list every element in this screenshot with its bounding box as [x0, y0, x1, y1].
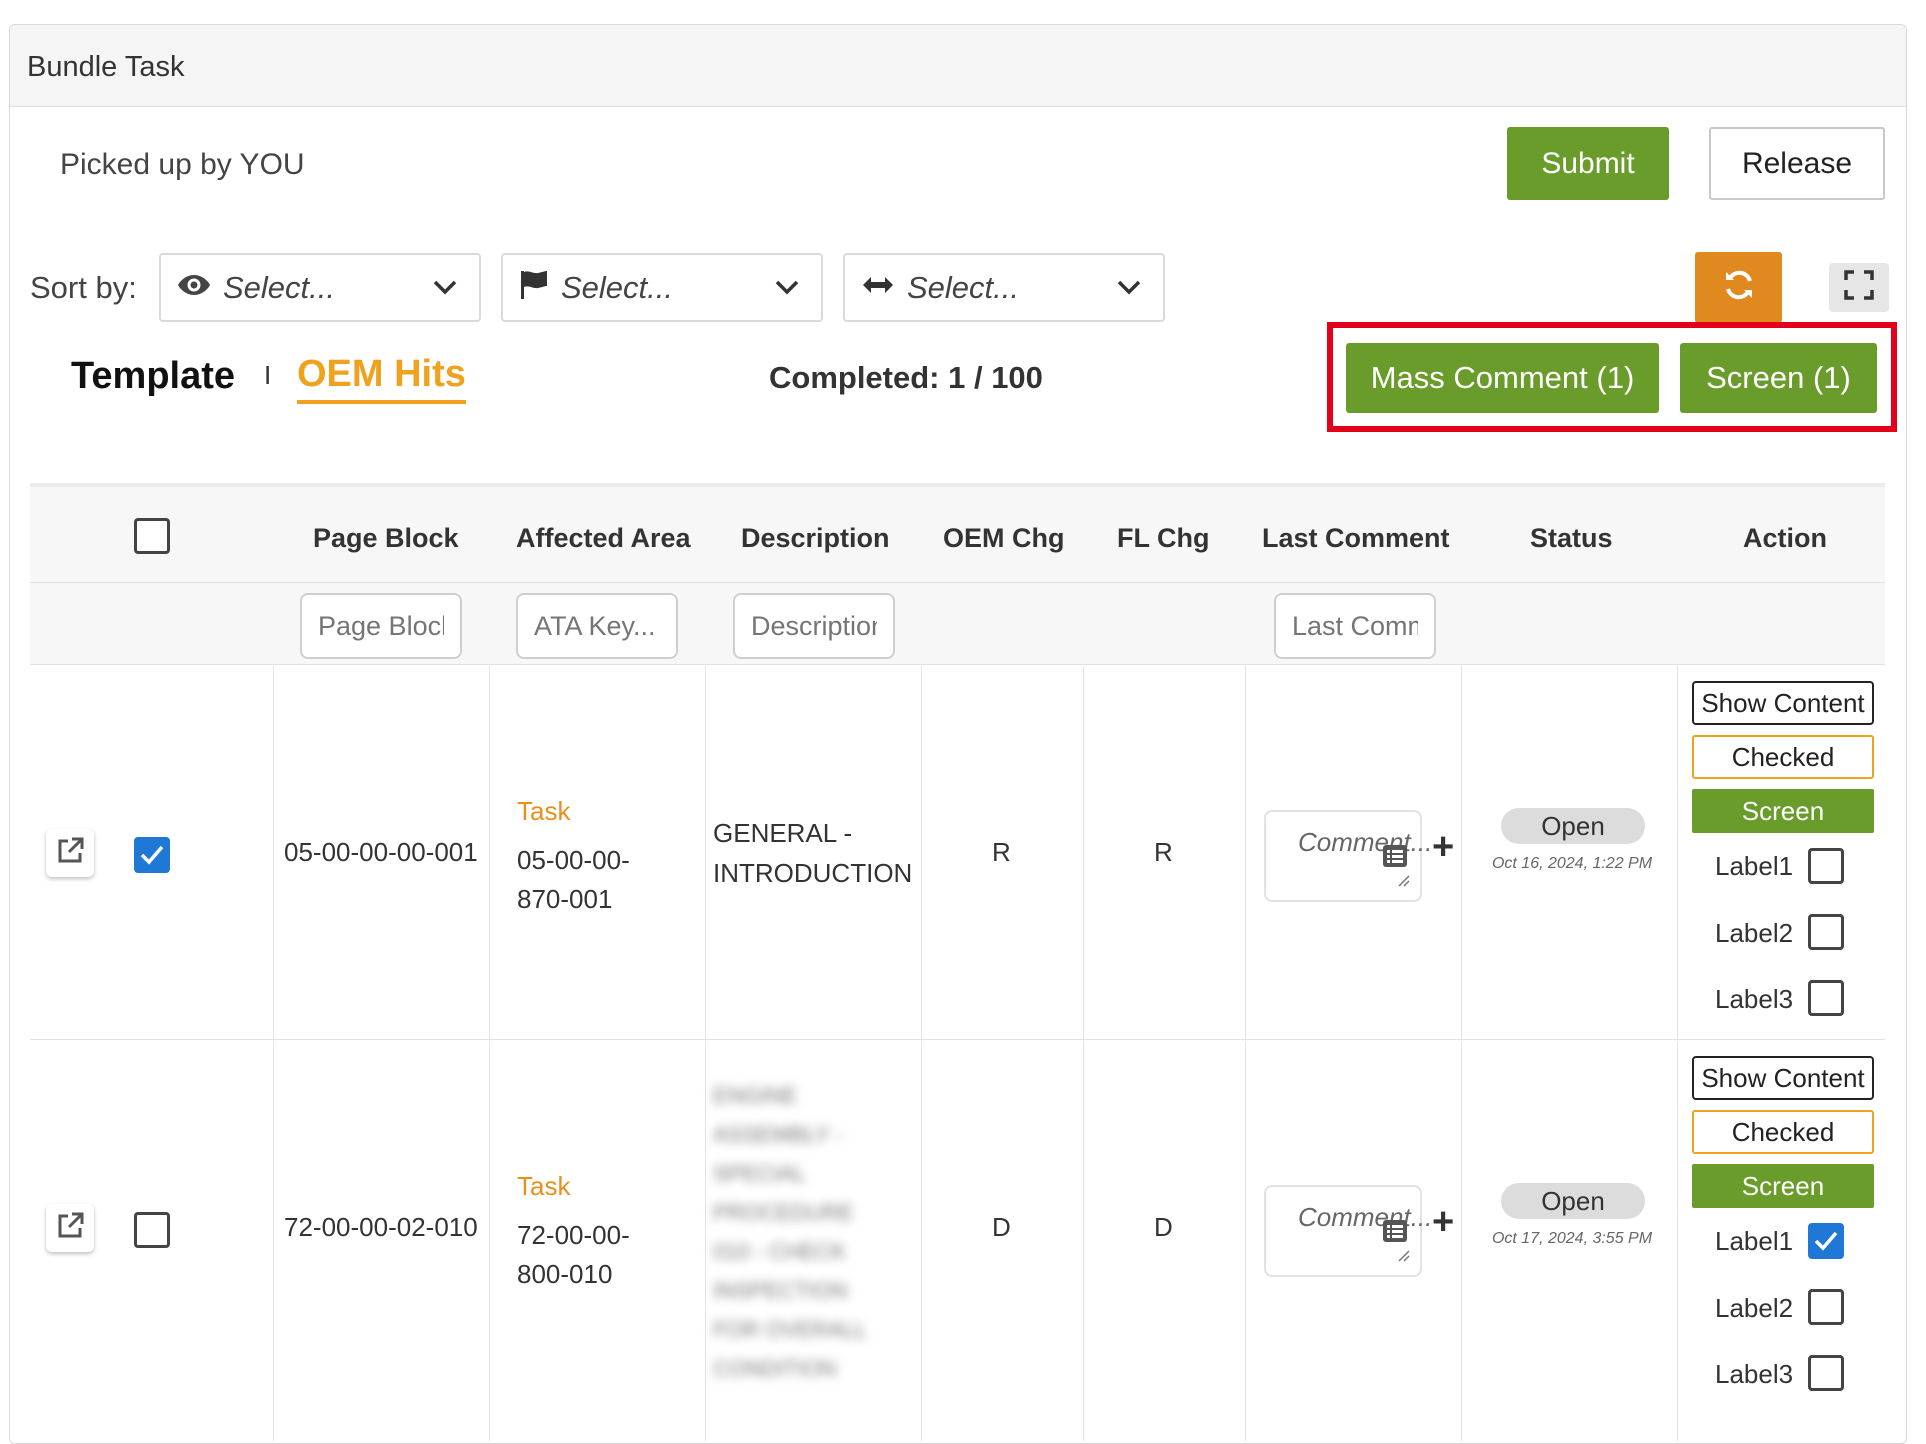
col-status[interactable]: Status	[1530, 523, 1613, 554]
col-last-comment[interactable]: Last Comment	[1262, 523, 1450, 554]
label3-text: Label3	[1715, 984, 1794, 1014]
filter-row	[30, 583, 1885, 665]
panel-header: Bundle Task	[10, 25, 1906, 107]
submit-button[interactable]: Submit	[1507, 127, 1669, 200]
sort-select-direction-value: Select...	[907, 269, 1019, 305]
row-checkbox[interactable]	[134, 1212, 170, 1248]
label2-checkbox[interactable]	[1808, 1289, 1844, 1325]
tab-template[interactable]: Template	[71, 355, 235, 398]
release-button[interactable]: Release	[1709, 127, 1885, 200]
description-line-1: GENERAL -	[713, 818, 853, 848]
oem-chg-value: D	[992, 1212, 1011, 1242]
sort-select-direction[interactable]: Select...	[843, 253, 1165, 322]
resize-handle-icon[interactable]	[1396, 1248, 1410, 1267]
sort-select-flag-value: Select...	[561, 269, 673, 305]
panel-title: Bundle Task	[27, 51, 185, 83]
chevron-down-icon	[431, 273, 459, 306]
last-comment-filter[interactable]	[1274, 593, 1436, 659]
oem-chg-value: R	[992, 837, 1011, 867]
comment-placeholder: Comment...	[1298, 827, 1433, 857]
col-fl-chg[interactable]: FL Chg	[1117, 523, 1209, 554]
status-timestamp: Oct 16, 2024, 1:22 PM	[1491, 855, 1653, 872]
table-row: 72-00-00-02-010 Task 72-00-00- 800-010 E…	[30, 1041, 1885, 1441]
description-blurred: ENGINE ASSEMBLY - SPECIAL PROCEDURE 010 …	[713, 1083, 867, 1381]
table-header: Page Block Affected Area Description OEM…	[30, 483, 1885, 583]
resize-handle-icon[interactable]	[1396, 873, 1410, 892]
sort-by-label: Sort by:	[30, 270, 137, 305]
col-oem-chg[interactable]: OEM Chg	[943, 523, 1065, 554]
page-block-value: 72-00-00-02-010	[284, 1212, 478, 1242]
label2-checkbox[interactable]	[1808, 914, 1844, 950]
col-description[interactable]: Description	[741, 523, 890, 554]
comment-input[interactable]: Comment...	[1264, 1185, 1433, 1277]
fullscreen-icon	[1844, 270, 1874, 305]
ata-line-1: 72-00-00-	[517, 1220, 630, 1250]
description-filter[interactable]	[733, 593, 895, 659]
list-icon	[1382, 844, 1408, 873]
fl-chg-value: R	[1154, 837, 1173, 867]
col-affected-area[interactable]: Affected Area	[516, 523, 691, 554]
show-content-button[interactable]: Show Content	[1692, 1056, 1874, 1100]
completed-count: Completed: 1 / 100	[769, 360, 1043, 395]
label3-checkbox[interactable]	[1808, 1355, 1844, 1391]
tab-separator: I	[264, 360, 272, 390]
table-row: 05-00-00-00-001 Task 05-00-00- 870-001 G…	[30, 666, 1885, 1040]
page-block-value: 05-00-00-00-001	[284, 837, 478, 867]
refresh-icon	[1721, 267, 1757, 308]
screen-row-button[interactable]: Screen	[1692, 1164, 1874, 1208]
task-label[interactable]: Task	[517, 1171, 570, 1202]
task-label[interactable]: Task	[517, 796, 570, 827]
chevron-down-icon	[1115, 273, 1143, 306]
select-all-checkbox[interactable]	[134, 518, 170, 554]
label1-text: Label1	[1715, 851, 1794, 881]
status-badge: Open	[1501, 1183, 1645, 1219]
checked-button[interactable]: Checked	[1692, 735, 1874, 779]
ata-line-1: 05-00-00-	[517, 845, 630, 875]
flag-icon	[519, 270, 549, 305]
tab-oem-hits[interactable]: OEM Hits	[297, 353, 466, 404]
ata-key-filter[interactable]	[516, 593, 678, 659]
horizontal-arrows-icon	[861, 274, 895, 301]
sort-select-view-value: Select...	[223, 269, 335, 305]
label1-text: Label1	[1715, 1226, 1794, 1256]
ata-line-2: 800-010	[517, 1259, 613, 1289]
external-link-icon	[55, 1211, 85, 1246]
label3-text: Label3	[1715, 1359, 1794, 1389]
sort-select-flag[interactable]: Select...	[501, 253, 823, 322]
external-link-icon	[55, 836, 85, 871]
screen-row-button[interactable]: Screen	[1692, 789, 1874, 833]
list-icon	[1382, 1219, 1408, 1248]
fl-chg-value: D	[1154, 1212, 1173, 1242]
label1-checkbox[interactable]	[1808, 848, 1844, 884]
label3-checkbox[interactable]	[1808, 980, 1844, 1016]
picked-up-status: Picked up by YOU	[60, 148, 305, 181]
col-action: Action	[1743, 523, 1827, 553]
mass-comment-button[interactable]: Mass Comment (1)	[1346, 343, 1659, 413]
add-comment-button[interactable]: +	[1432, 826, 1454, 869]
open-external-button[interactable]	[46, 829, 94, 877]
label1-checkbox[interactable]	[1808, 1223, 1844, 1259]
comment-placeholder: Comment...	[1298, 1202, 1433, 1232]
ata-line-2: 870-001	[517, 884, 613, 914]
page-block-filter[interactable]	[300, 593, 462, 659]
open-external-button[interactable]	[46, 1204, 94, 1252]
add-comment-button[interactable]: +	[1432, 1201, 1454, 1244]
label2-text: Label2	[1715, 1293, 1794, 1323]
col-page-block[interactable]: Page Block	[313, 523, 459, 554]
refresh-button[interactable]	[1695, 252, 1782, 323]
screen-button[interactable]: Screen (1)	[1680, 343, 1877, 413]
fullscreen-button[interactable]	[1829, 263, 1889, 312]
row-checkbox[interactable]	[134, 837, 170, 873]
status-badge: Open	[1501, 808, 1645, 844]
description-line-2: INTRODUCTION	[713, 858, 913, 888]
checked-button[interactable]: Checked	[1692, 1110, 1874, 1154]
comment-input[interactable]: Comment...	[1264, 810, 1433, 902]
sort-select-view[interactable]: Select...	[159, 253, 481, 322]
eye-icon	[177, 273, 211, 302]
chevron-down-icon	[773, 273, 801, 306]
show-content-button[interactable]: Show Content	[1692, 681, 1874, 725]
label2-text: Label2	[1715, 918, 1794, 948]
status-timestamp: Oct 17, 2024, 3:55 PM	[1491, 1230, 1653, 1247]
